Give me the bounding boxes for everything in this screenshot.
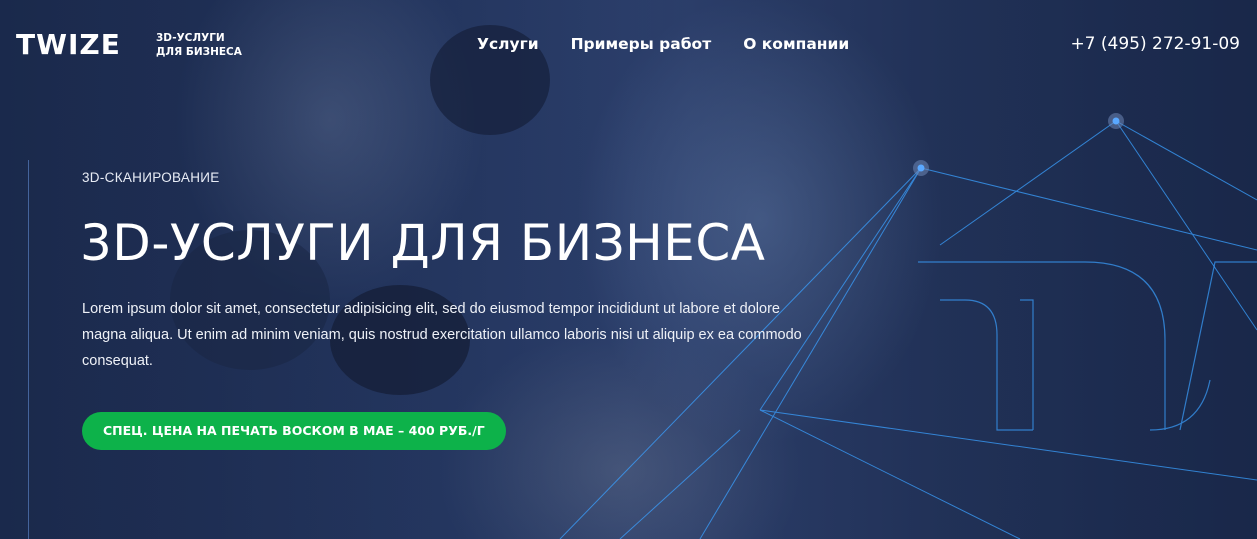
promo-cta-button[interactable]: СПЕЦ. ЦЕНА НА ПЕЧАТЬ ВОСКОМ В МАЕ – 400 … — [82, 412, 506, 450]
nav-item-services[interactable]: Услуги — [477, 35, 539, 53]
phone-link[interactable]: +7 (495) 272-91-09 — [1070, 34, 1240, 54]
hero-title: 3D-УСЛУГИ ДЛЯ БИЗНЕСА — [80, 214, 766, 272]
hero-eyebrow: 3D-СКАНИРОВАНИЕ — [82, 170, 220, 185]
logo-tagline-line2: ДЛЯ БИЗНЕСА — [156, 46, 242, 58]
logo[interactable]: TWIZE — [16, 30, 121, 60]
nav-item-about[interactable]: О компании — [743, 35, 849, 53]
main-nav: Услуги Примеры работ О компании — [477, 35, 849, 53]
hero-description: Lorem ipsum dolor sit amet, consectetur … — [82, 301, 802, 369]
nav-item-portfolio[interactable]: Примеры работ — [571, 35, 712, 53]
logo-tagline-line1: 3D-УСЛУГИ — [156, 32, 225, 44]
divider-line — [28, 160, 29, 539]
logo-tagline: 3D-УСЛУГИ ДЛЯ БИЗНЕСА — [156, 31, 276, 59]
